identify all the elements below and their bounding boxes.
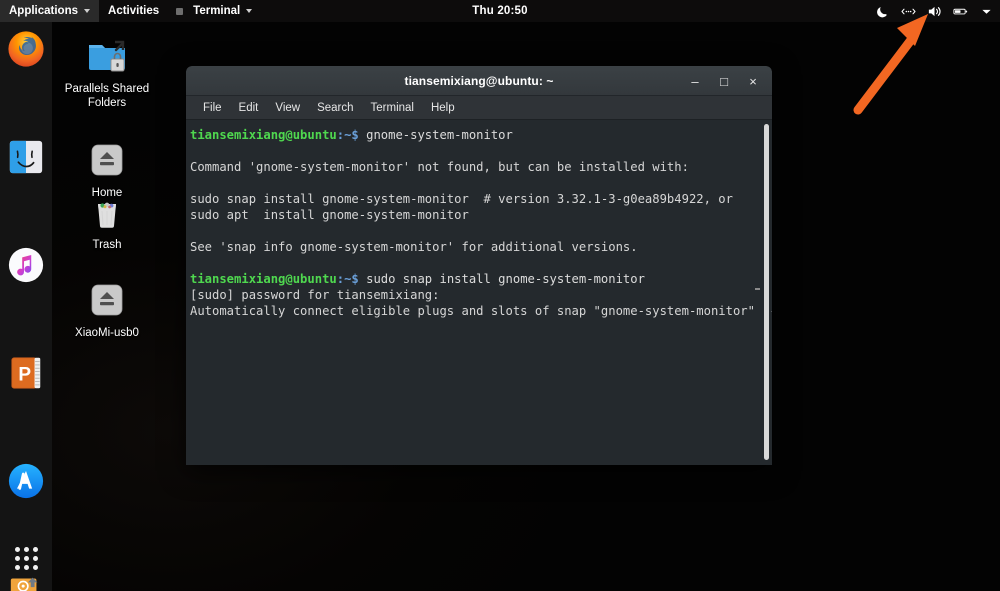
menu-terminal-app[interactable]: Terminal (184, 0, 261, 22)
desktop-icon-trash[interactable]: Trash (59, 190, 155, 252)
menu-terminal[interactable]: Terminal (363, 100, 422, 116)
menu-help[interactable]: Help (423, 100, 463, 116)
terminal-prompt-user: tiansemixiang@ubuntu (190, 272, 337, 286)
terminal-window: tiansemixiang@ubuntu: ~ – □ × File Edit … (186, 66, 772, 465)
terminal-menubar: File Edit View Search Terminal Help (186, 96, 772, 120)
terminal-prompt-user: tiansemixiang@ubuntu (190, 128, 337, 142)
menu-search[interactable]: Search (309, 100, 361, 116)
menu-activities-label: Activities (108, 5, 159, 17)
terminal-scrollbar[interactable] (763, 122, 770, 463)
dock-item-music[interactable] (0, 238, 52, 292)
terminal-line: Command 'gnome-system-monitor' not found… (190, 159, 762, 175)
desktop-icon-label: XiaoMi-usb0 (61, 326, 153, 340)
menu-edit[interactable]: Edit (231, 100, 267, 116)
chevron-down-icon[interactable] (979, 4, 994, 19)
terminal-line (190, 223, 762, 239)
terminal-line (190, 255, 762, 271)
menu-view[interactable]: View (267, 100, 308, 116)
terminal-title: tiansemixiang@ubuntu: ~ (404, 74, 553, 88)
terminal-line (190, 143, 762, 159)
close-button[interactable]: × (740, 69, 766, 93)
terminal-titlebar[interactable]: tiansemixiang@ubuntu: ~ – □ × (186, 66, 772, 96)
dock-item-powerpoint[interactable]: P (0, 346, 52, 400)
drive-eject-icon (85, 278, 129, 322)
dock: P (0, 22, 52, 591)
menu-applications[interactable]: Applications (0, 0, 99, 22)
trash-icon (85, 190, 129, 234)
terminal-prompt-path: :~$ (337, 272, 359, 286)
menu-applications-label: Applications (9, 5, 78, 17)
arrow-shape (858, 14, 928, 110)
show-applications-button[interactable] (0, 535, 52, 581)
menu-file[interactable]: File (195, 100, 230, 116)
window-app-icon (176, 8, 183, 15)
music-icon (7, 246, 45, 284)
firefox-icon (7, 30, 45, 68)
powerpoint-icon: P (7, 354, 45, 392)
terminal-line: tiansemixiang@ubuntu:~$ sudo snap instal… (190, 271, 762, 287)
desktop-screen: Applications Activities Terminal Thu 20:… (0, 0, 1000, 591)
terminal-line (190, 175, 762, 191)
scroll-marker (755, 288, 760, 290)
window-controls: – □ × (682, 66, 766, 96)
terminal-line: [sudo] password for tiansemixiang: (190, 287, 762, 303)
terminal-output-area[interactable]: tiansemixiang@ubuntu:~$ gnome-system-mon… (186, 120, 772, 465)
battery-icon[interactable] (953, 4, 968, 19)
terminal-text: tiansemixiang@ubuntu:~$ gnome-system-mon… (188, 127, 762, 319)
menu-activities[interactable]: Activities (99, 0, 168, 22)
folder-link-locked-icon (85, 34, 129, 78)
app-store-icon (7, 462, 45, 500)
grid-dots-icon (15, 547, 38, 570)
menu-terminal-label: Terminal (193, 5, 240, 17)
terminal-line: sudo apt install gnome-system-monitor (190, 207, 762, 223)
network-icon[interactable] (901, 4, 916, 19)
terminal-prompt-path: :~$ (337, 128, 359, 142)
system-tray (875, 0, 994, 22)
terminal-line: See 'snap info gnome-system-monitor' for… (190, 239, 762, 255)
minimize-button[interactable]: – (682, 69, 708, 93)
dock-item-files[interactable] (0, 130, 52, 184)
terminal-command: gnome-system-monitor (359, 128, 513, 142)
terminal-line: Automatically connect eligible plugs and… (190, 303, 762, 319)
scrollbar-thumb[interactable] (764, 124, 769, 460)
maximize-button[interactable]: □ (711, 69, 737, 93)
drive-eject-icon (85, 138, 129, 182)
desktop-icon-label: Trash (61, 238, 153, 252)
chevron-down-icon (246, 9, 252, 13)
chevron-down-icon (84, 9, 90, 13)
terminal-line: tiansemixiang@ubuntu:~$ gnome-system-mon… (190, 127, 762, 143)
volume-icon[interactable] (927, 4, 942, 19)
terminal-command: sudo snap install gnome-system-monitor (359, 272, 645, 286)
desktop-icon-xiaomi-usb0[interactable]: XiaoMi-usb0 (59, 278, 155, 340)
desktop-icon-label: Parallels Shared Folders (61, 82, 153, 110)
terminal-line: sudo snap install gnome-system-monitor #… (190, 191, 762, 207)
desktop-icon-parallels-shared-folders[interactable]: Parallels Shared Folders (59, 34, 155, 110)
svg-text:P: P (18, 365, 31, 386)
dock-item-app-store[interactable] (0, 454, 52, 508)
top-panel: Applications Activities Terminal Thu 20:… (0, 0, 1000, 22)
night-mode-icon[interactable] (875, 4, 890, 19)
dock-item-firefox[interactable] (0, 22, 52, 76)
files-icon (7, 138, 45, 176)
